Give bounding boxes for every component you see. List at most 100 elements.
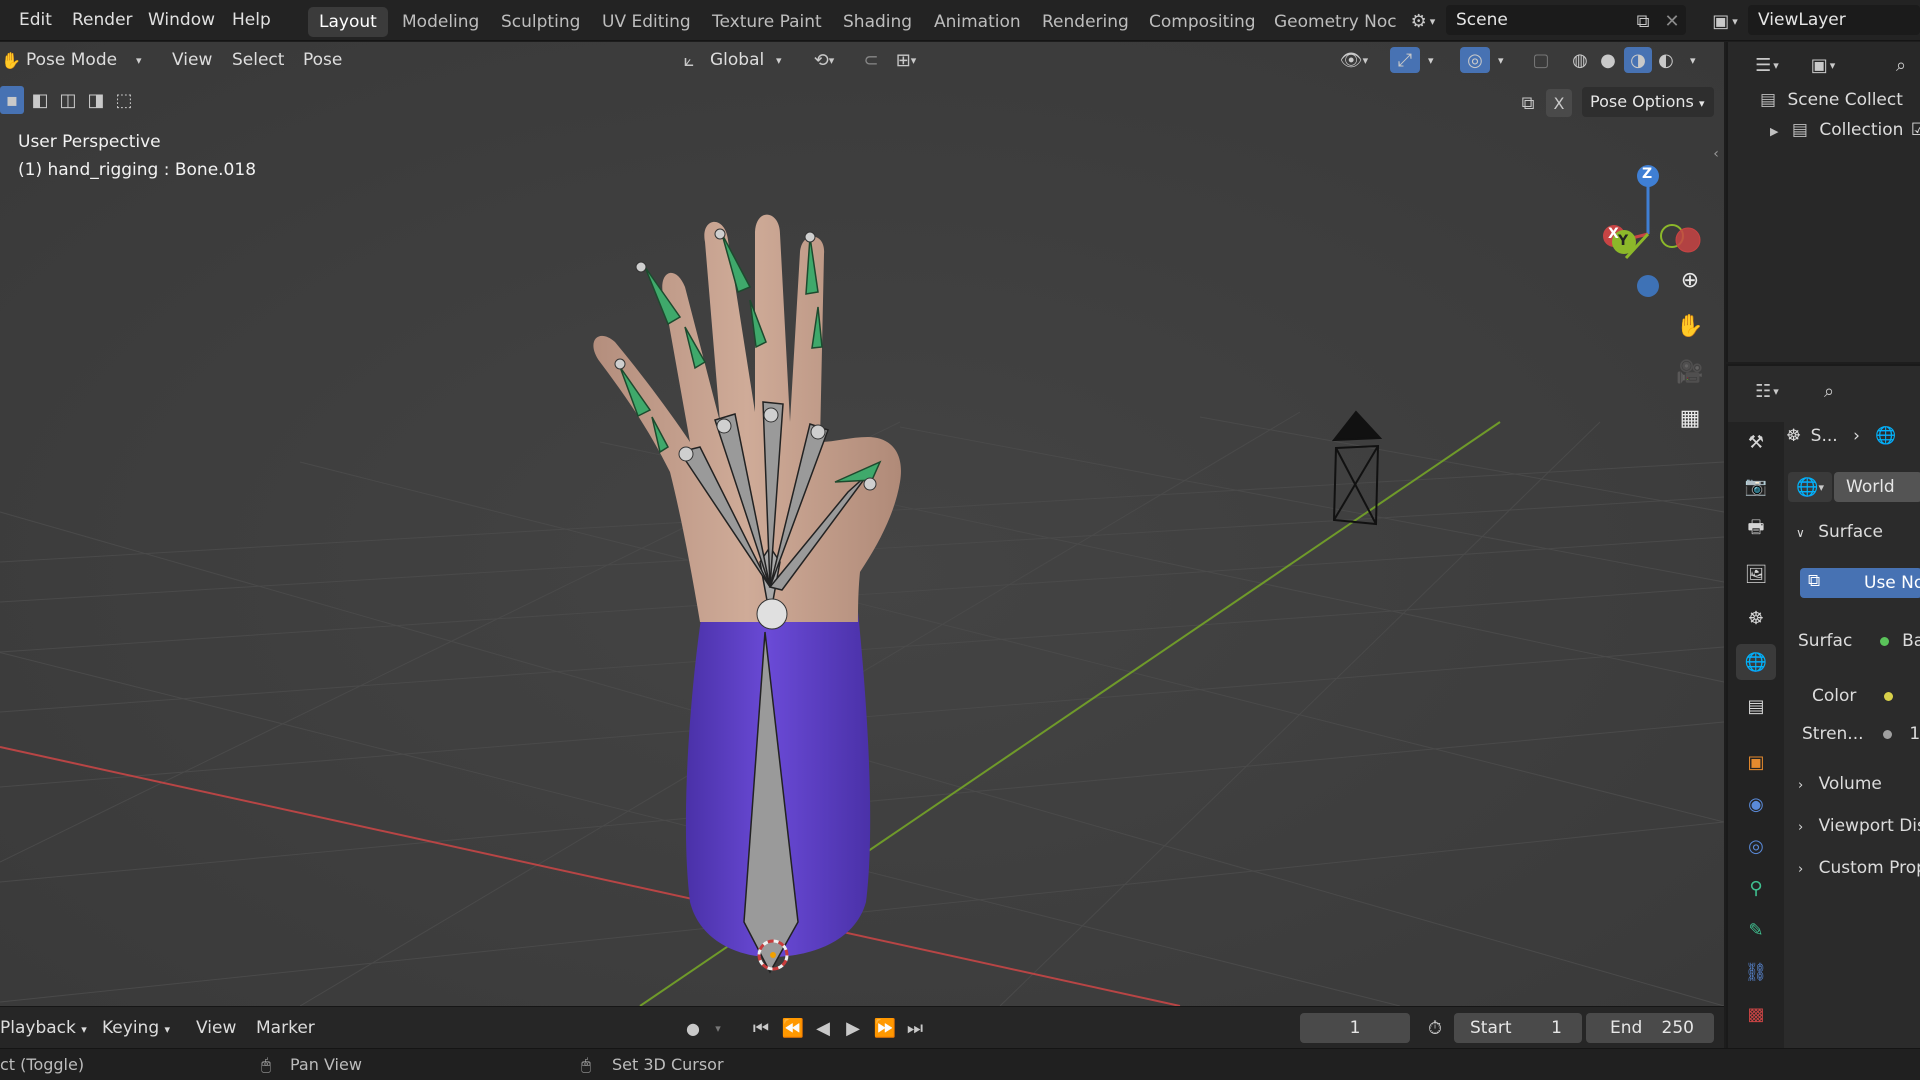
mode-dropdown[interactable]: Pose Mode [26, 42, 117, 78]
menu-help[interactable]: Help [232, 0, 271, 41]
menu-marker[interactable]: Marker [256, 1007, 315, 1049]
tab-uv-editing[interactable]: UV Editing [591, 7, 702, 37]
custom-properties-panel-header[interactable]: › Custom Prope [1798, 858, 1920, 878]
tab-rendering[interactable]: Rendering [1031, 7, 1140, 37]
menu-keying[interactable]: Keying ▾ [102, 1007, 170, 1049]
view-layer-tab-icon[interactable]: 🖼 [1736, 556, 1776, 592]
tab-compositing[interactable]: Compositing [1138, 7, 1267, 37]
shading-chevron-down-icon[interactable]: ▾ [1690, 54, 1696, 67]
tab-sculpting[interactable]: Sculpting [490, 7, 591, 37]
jump-to-end-icon[interactable]: ⏭ [902, 1015, 928, 1041]
end-frame-field[interactable]: End 250 [1586, 1013, 1714, 1043]
visibility-icon[interactable]: 👁 ▾ [1332, 48, 1376, 72]
use-nodes-button[interactable]: ⧉ Use Noc [1800, 568, 1920, 598]
current-frame-field[interactable]: 1 [1300, 1013, 1410, 1043]
record-icon[interactable]: ● [680, 1015, 706, 1041]
select-subtract-icon[interactable]: ◫ [54, 86, 82, 114]
pan-hand-icon[interactable]: ✋ [1670, 306, 1710, 346]
viewport-display-panel-header[interactable]: › Viewport Disp [1798, 816, 1920, 836]
previous-keyframe-icon[interactable]: ⏪ [778, 1015, 808, 1041]
play-icon[interactable]: ▶ [840, 1015, 866, 1041]
modifier-tab-icon[interactable]: ◉ [1736, 786, 1776, 822]
output-tab-icon[interactable]: 🖶 [1736, 512, 1776, 548]
menu-edit[interactable]: Edit [19, 0, 52, 41]
play-reverse-icon[interactable]: ◀ [810, 1015, 836, 1041]
menu-select[interactable]: Select [232, 42, 284, 78]
outliner-row-scene-collection[interactable]: ▤ Scene Collect [1760, 86, 1903, 114]
preview-range-clock-icon[interactable]: ⏱ [1420, 1015, 1450, 1041]
zoom-icon[interactable]: ⊕ [1670, 260, 1710, 300]
start-frame-field[interactable]: Start 1 [1454, 1013, 1582, 1043]
tab-texture-paint[interactable]: Texture Paint [701, 7, 833, 37]
overlays-toggle-icon[interactable]: ◎ [1460, 47, 1490, 73]
bone-tab-icon[interactable]: ✎ [1736, 912, 1776, 948]
menu-playback[interactable]: Playback ▾ [0, 1007, 87, 1049]
mirror-icon[interactable]: ⧉ [1514, 90, 1542, 116]
gizmo-toggle-icon[interactable]: ⤢ [1390, 47, 1420, 73]
pivot-point-icon[interactable]: ⟲ ▾ [804, 48, 844, 72]
remove-scene-icon[interactable]: ✕ [1660, 6, 1684, 36]
surface-shader-value[interactable]: Bac [1902, 631, 1920, 651]
x-mirror-toggle[interactable]: X [1546, 89, 1572, 117]
next-keyframe-icon[interactable]: ⏩ [870, 1015, 900, 1041]
material-preview-icon[interactable]: ◑ [1624, 47, 1652, 73]
tool-tab-icon[interactable]: ⚒ [1736, 424, 1776, 460]
editor-type-icon[interactable]: ☰ ▾ [1744, 50, 1790, 80]
menu-pose[interactable]: Pose [303, 42, 342, 78]
menu-render[interactable]: Render [72, 0, 133, 41]
select-new-icon[interactable]: ▪ [0, 86, 24, 114]
expand-triangle-icon[interactable]: ▶ [1770, 125, 1778, 138]
select-invert-icon[interactable]: ◨ [82, 86, 110, 114]
orientation-dropdown[interactable]: Global [710, 42, 764, 78]
overlays-chevron-down-icon[interactable]: ▾ [1498, 54, 1504, 67]
perspective-toggle-icon[interactable]: ▦ [1670, 398, 1710, 438]
menu-window[interactable]: Window [148, 0, 215, 41]
outliner-search-icon[interactable]: ⌕ [1886, 50, 1916, 80]
properties-search-icon[interactable]: ⌕ [1814, 376, 1844, 406]
wireframe-shading-icon[interactable]: ◍ [1566, 48, 1594, 72]
display-mode-icon[interactable]: ▣ ▾ [1800, 50, 1846, 80]
surface-panel-header[interactable]: ∨ Surface [1796, 522, 1883, 542]
select-intersect-icon[interactable]: ⬚ [110, 86, 138, 114]
pose-options-dropdown[interactable]: Pose Options ▾ [1582, 87, 1714, 117]
select-extend-icon[interactable]: ◧ [26, 86, 54, 114]
bone-constraint-tab-icon[interactable]: ⛓ [1736, 954, 1776, 990]
outliner-row-collection[interactable]: ▶ ▤ Collection ☑ [1770, 116, 1920, 144]
scene-selector-icon[interactable]: ⚙ ▾ [1400, 6, 1446, 36]
snap-icon[interactable]: ⊂ [856, 48, 886, 72]
tab-shading[interactable]: Shading [832, 7, 923, 37]
world-tab-icon[interactable]: 🌐 [1736, 644, 1776, 680]
render-tab-icon[interactable]: 📷 [1736, 468, 1776, 504]
texture-tab-icon[interactable]: ▩ [1736, 996, 1776, 1032]
properties-editor-type-icon[interactable]: ☷ ▾ [1744, 376, 1790, 406]
tab-animation[interactable]: Animation [923, 7, 1032, 37]
gizmo-chevron-down-icon[interactable]: ▾ [1428, 54, 1434, 67]
tab-layout[interactable]: Layout [308, 7, 388, 37]
world-selector[interactable]: 🌐 ▾ World [1788, 472, 1920, 502]
xray-toggle-icon[interactable]: ▢ [1526, 48, 1556, 72]
exclude-checkbox-icon[interactable]: ☑ [1911, 120, 1920, 140]
jump-to-start-icon[interactable]: ⏮ [748, 1015, 774, 1041]
color-socket-icon[interactable] [1883, 692, 1893, 701]
menu-timeline-view[interactable]: View [196, 1007, 236, 1049]
viewlayer-name-field[interactable]: ViewLayer [1748, 5, 1920, 35]
camera-view-icon[interactable]: 🎥 [1670, 352, 1710, 392]
tab-geometry-nodes[interactable]: Geometry Noc [1263, 7, 1408, 37]
scene-tab-icon[interactable]: ☸ [1736, 600, 1776, 636]
object-data-armature-icon[interactable]: ⚲ [1736, 870, 1776, 906]
3d-viewport[interactable]: ✋ Pose Mode ▾ View Select Pose ⟀ Global … [0, 42, 1724, 1006]
physics-tab-icon[interactable]: ◎ [1736, 828, 1776, 864]
volume-panel-header[interactable]: › Volume [1798, 774, 1882, 794]
sidebar-toggle-chevron-icon[interactable]: ‹ [1708, 142, 1724, 166]
record-chevron-icon[interactable]: ▾ [708, 1015, 728, 1041]
collection-tab-icon[interactable]: ▤ [1736, 688, 1776, 724]
tab-modeling[interactable]: Modeling [391, 7, 490, 37]
menu-view[interactable]: View [172, 42, 212, 78]
strength-value-field[interactable]: 1 [1909, 724, 1920, 744]
viewlayer-selector-icon[interactable]: ▣ ▾ [1702, 6, 1748, 36]
solid-shading-icon[interactable]: ● [1594, 48, 1622, 72]
world-name-field[interactable]: World [1834, 472, 1920, 502]
snap-settings-icon[interactable]: ⊞ ▾ [886, 48, 926, 72]
object-tab-icon[interactable]: ▣ [1736, 744, 1776, 780]
new-scene-icon[interactable]: ⧉ [1628, 6, 1658, 36]
